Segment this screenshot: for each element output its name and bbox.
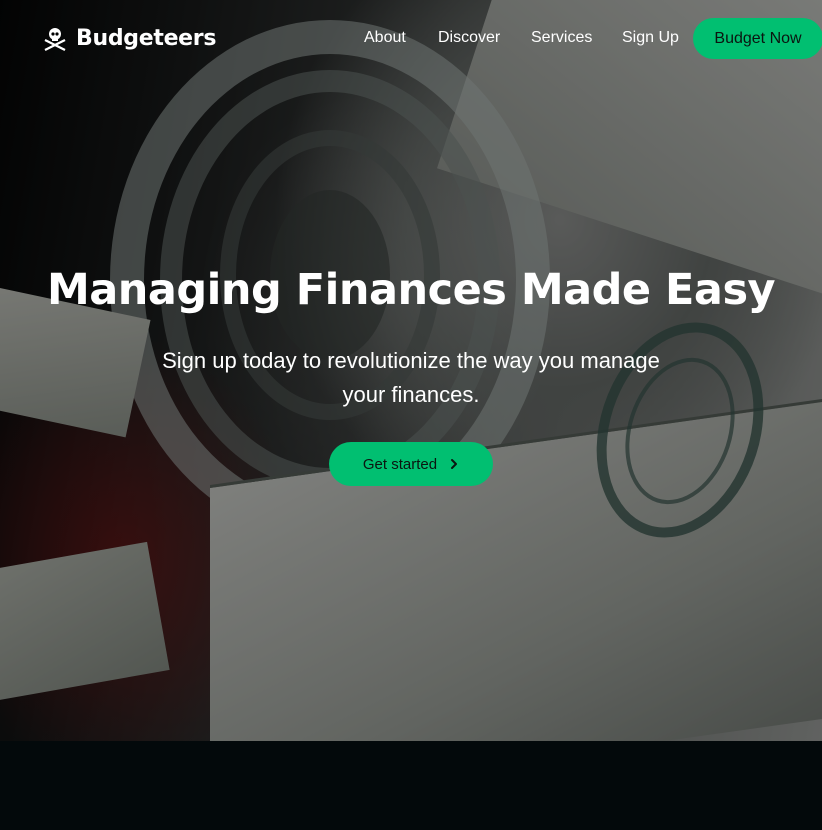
- get-started-button[interactable]: Get started: [329, 442, 493, 486]
- nav-link-about[interactable]: About: [364, 28, 406, 48]
- hero-section: Budgeteers About Discover Services Sign …: [0, 0, 822, 741]
- budget-now-button[interactable]: Budget Now: [693, 18, 822, 59]
- top-navbar: Budgeteers About Discover Services Sign …: [0, 0, 822, 78]
- nav-link-sign-up[interactable]: Sign Up: [622, 28, 679, 48]
- get-started-label: Get started: [362, 455, 438, 473]
- chevron-right-icon: [449, 458, 459, 470]
- page-bottom-section: [0, 741, 822, 830]
- nav-link-discover[interactable]: Discover: [438, 28, 500, 48]
- hero-subtitle: Sign up today to revolutionize the way y…: [162, 348, 660, 407]
- hero-title: Managing Finances Made Easy: [46, 265, 776, 315]
- nav-link-services[interactable]: Services: [531, 28, 592, 48]
